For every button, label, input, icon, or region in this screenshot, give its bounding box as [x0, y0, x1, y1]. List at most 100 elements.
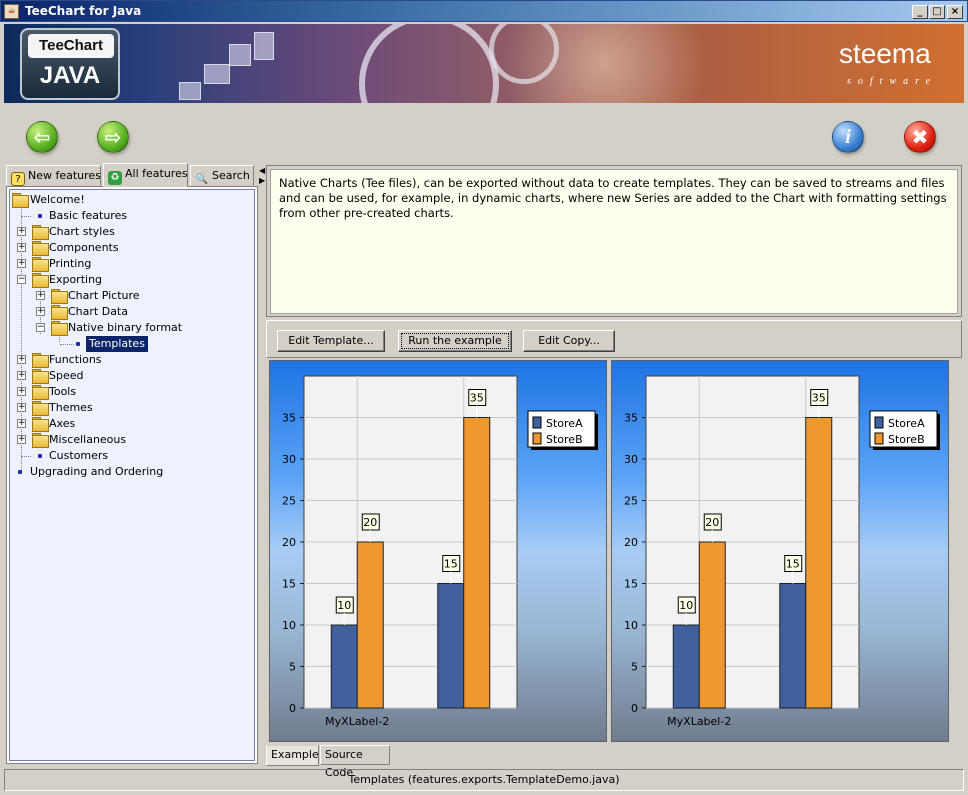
tree-item-chart-styles[interactable]: + Chart styles — [12, 224, 212, 240]
tree-item-miscellaneous[interactable]: + Miscellaneous — [12, 432, 212, 448]
exit-button[interactable]: ✖ — [904, 121, 936, 153]
gauge-graphic — [359, 24, 499, 103]
legend-label: StoreB — [888, 433, 925, 446]
run-example-button[interactable]: Run the example — [398, 330, 512, 352]
folder-icon — [32, 401, 49, 416]
tab-new-features[interactable]: ? New features — [6, 165, 101, 186]
feature-tree[interactable]: Welcome! Basic features + Chart styles +… — [9, 189, 255, 761]
java-app-icon: ☕ — [4, 4, 19, 19]
expand-icon[interactable]: + — [17, 403, 26, 412]
legend-swatch — [532, 416, 542, 429]
forward-button[interactable]: ⇨ — [97, 121, 129, 153]
x-tick-label: MyXLabel-2 — [325, 715, 389, 728]
folder-icon — [51, 289, 68, 304]
expand-icon[interactable]: + — [17, 355, 26, 364]
tree-item-printing[interactable]: + Printing — [12, 256, 212, 272]
feature-tree-panel: Welcome! Basic features + Chart styles +… — [6, 186, 258, 764]
copy-chart-plot: 0 5 10 15 20 25 30 35 10 20 MyXLabel-2 15 35 StoreA St… — [624, 375, 940, 728]
expand-icon[interactable]: + — [36, 291, 45, 300]
title-bar: ☕ TeeChart for Java _ □ × — [0, 0, 968, 22]
tree-item-chart-picture[interactable]: + Chart Picture — [12, 288, 232, 304]
status-bar: Templates (features.exports.TemplateDemo… — [4, 769, 964, 791]
tree-item-axes[interactable]: + Axes — [12, 416, 212, 432]
y-tick-label: 20 — [282, 536, 296, 549]
tree-item-functions[interactable]: + Functions — [12, 352, 212, 368]
panel-splitter[interactable]: ◀ ▶ — [259, 163, 265, 768]
legend-swatch — [874, 416, 884, 429]
expand-icon[interactable]: + — [36, 307, 45, 316]
folder-open-icon — [12, 193, 29, 208]
teechart-java-logo: TeeChart JAVA — [20, 28, 120, 100]
collapse-icon[interactable]: − — [36, 323, 45, 332]
legend-label: StoreB — [546, 433, 583, 446]
folder-icon — [32, 385, 49, 400]
y-tick-label: 5 — [631, 661, 638, 674]
expand-right-arrow-icon[interactable]: ▶ — [259, 177, 265, 185]
bar — [779, 583, 807, 709]
tree-item-native-binary-format[interactable]: − Native binary format — [12, 320, 242, 336]
expand-icon[interactable]: + — [17, 227, 26, 236]
data-label: 15 — [444, 558, 458, 571]
expand-icon[interactable]: + — [17, 259, 26, 268]
back-button[interactable]: ⇦ — [26, 121, 58, 153]
minimize-button[interactable]: _ — [912, 5, 928, 19]
bar — [805, 417, 833, 709]
info-icon: i — [845, 126, 851, 148]
y-tick-label: 15 — [282, 578, 296, 591]
edit-copy-button[interactable]: Edit Copy... — [523, 330, 615, 352]
expand-icon[interactable]: + — [17, 371, 26, 380]
bar — [672, 624, 700, 709]
folder-icon — [32, 353, 49, 368]
close-icon: ✖ — [911, 125, 929, 149]
window-close-button[interactable]: × — [947, 5, 963, 19]
data-label: 35 — [812, 392, 826, 405]
x-tick-label: MyXLabel-2 — [667, 715, 731, 728]
expand-icon[interactable]: + — [17, 435, 26, 444]
collapse-icon[interactable]: − — [17, 275, 26, 284]
y-tick-label: 10 — [282, 619, 296, 632]
maximize-button[interactable]: □ — [929, 5, 945, 19]
tree-item-upgrading-ordering[interactable]: Upgrading and Ordering — [12, 464, 232, 480]
tree-item-basic-features[interactable]: Basic features — [12, 208, 212, 224]
y-tick-label: 15 — [624, 578, 638, 591]
tree-item-chart-data[interactable]: + Chart Data — [12, 304, 232, 320]
info-button[interactable]: i — [832, 121, 864, 153]
y-tick-label: 0 — [631, 702, 638, 715]
folder-icon — [51, 305, 68, 320]
tree-item-components[interactable]: + Components — [12, 240, 212, 256]
legend-label: StoreA — [888, 417, 925, 430]
bar — [356, 541, 384, 709]
tree-item-speed[interactable]: + Speed — [12, 368, 212, 384]
expand-icon[interactable]: + — [17, 419, 26, 428]
leaf-bullet-icon — [38, 214, 42, 218]
y-tick-label: 5 — [289, 661, 296, 674]
tree-item-exporting[interactable]: − Exporting — [12, 272, 212, 288]
tab-example[interactable]: Example — [266, 745, 319, 766]
data-label: 35 — [470, 392, 484, 405]
template-chart-plot: 0 5 10 15 20 25 30 35 10 20 MyXLabel-2 15 35 StoreA St… — [282, 375, 598, 728]
y-tick-label: 25 — [624, 495, 638, 508]
steema-tagline: software — [847, 76, 938, 87]
tree-item-tools[interactable]: + Tools — [12, 384, 212, 400]
tab-source-code[interactable]: Source Code — [320, 745, 390, 779]
y-tick-label: 25 — [282, 495, 296, 508]
edit-template-button[interactable]: Edit Template... — [277, 330, 385, 352]
data-label: 10 — [337, 599, 351, 612]
copy-chart[interactable]: 0 5 10 15 20 25 30 35 10 20 MyXLabel-2 15 35 StoreA St… — [611, 360, 949, 742]
folder-icon — [32, 417, 49, 432]
leaf-bullet-icon — [18, 470, 22, 474]
y-tick-label: 35 — [282, 412, 296, 425]
leaf-bullet-icon — [76, 342, 80, 346]
tree-item-themes[interactable]: + Themes — [12, 400, 212, 416]
expand-icon[interactable]: + — [17, 387, 26, 396]
collapse-left-arrow-icon[interactable]: ◀ — [259, 167, 265, 175]
tab-search[interactable]: 🔍 Search — [190, 165, 254, 186]
template-chart[interactable]: 0 5 10 15 20 25 30 35 10 20 MyXLabel-2 15 35 StoreA St… — [269, 360, 607, 742]
tree-item-customers[interactable]: Customers — [12, 448, 212, 464]
folder-icon — [32, 257, 49, 272]
tab-all-features[interactable]: ♻ All features — [103, 163, 188, 187]
bar — [330, 624, 358, 709]
legend-swatch — [874, 432, 884, 445]
expand-icon[interactable]: + — [17, 243, 26, 252]
tree-item-templates[interactable]: Templates — [12, 336, 242, 352]
